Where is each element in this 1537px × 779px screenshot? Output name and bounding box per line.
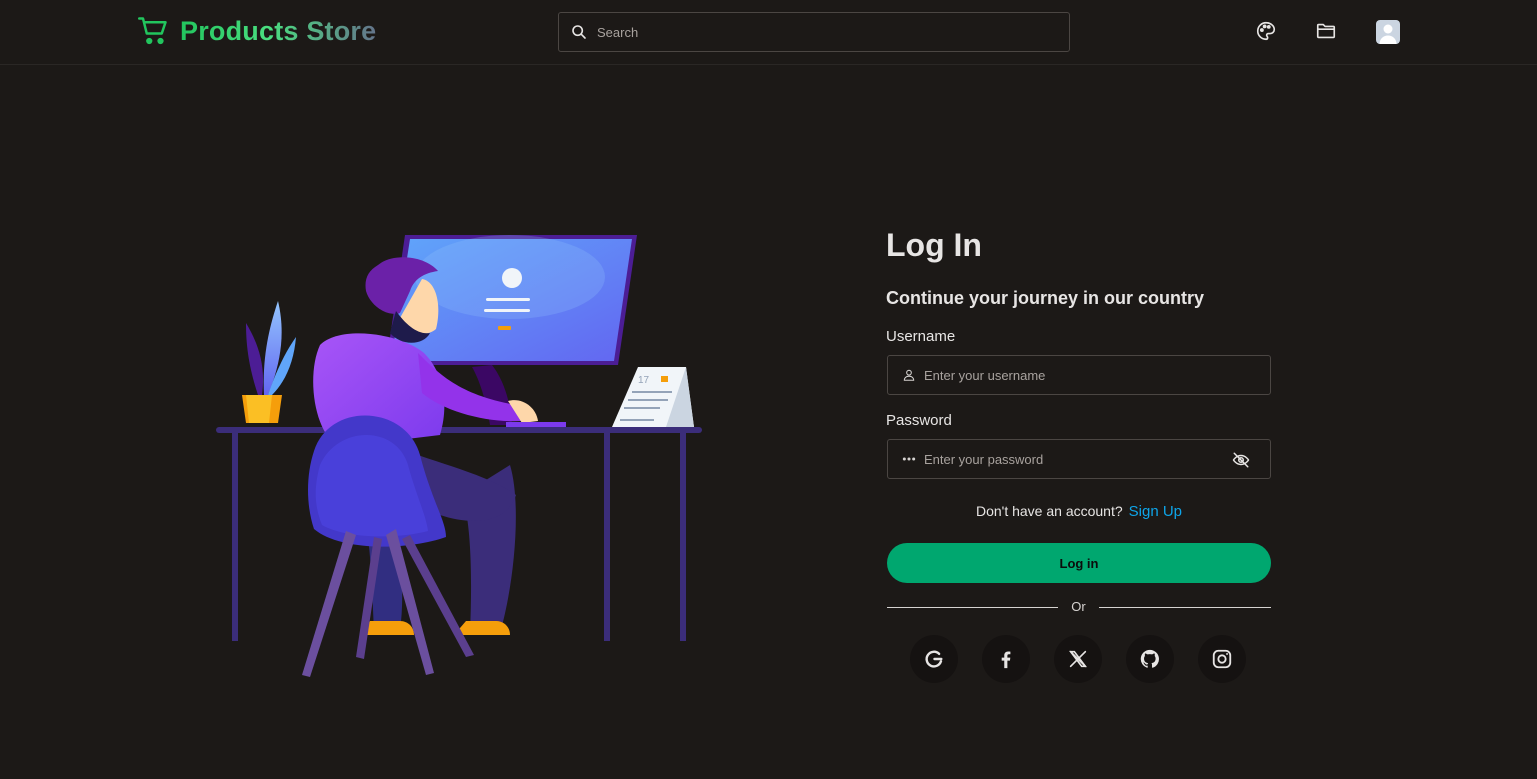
navbar: Products Store bbox=[0, 0, 1537, 65]
login-title: Log In bbox=[886, 227, 982, 263]
signup-link[interactable]: Sign Up bbox=[1129, 503, 1182, 520]
desk bbox=[216, 427, 702, 641]
plant bbox=[242, 301, 296, 423]
username-input[interactable] bbox=[924, 367, 1224, 383]
calendar-day: 17 bbox=[638, 375, 650, 386]
search-bar[interactable] bbox=[558, 12, 1070, 52]
divider-line-left bbox=[887, 607, 1058, 608]
facebook-icon bbox=[1001, 651, 1011, 669]
login-subtitle: Continue your journey in our country bbox=[886, 288, 1205, 308]
user-icon bbox=[903, 369, 915, 381]
x-icon bbox=[1069, 650, 1087, 668]
search-icon bbox=[572, 25, 586, 39]
password-label: Password bbox=[886, 412, 952, 429]
instagram-icon bbox=[1212, 649, 1232, 669]
brand-name: Products Store bbox=[180, 15, 377, 46]
username-label: Username bbox=[886, 328, 956, 345]
login-panel: Log In Continue your journey in our coun… bbox=[886, 225, 1272, 683]
folder-icon[interactable] bbox=[1315, 20, 1337, 42]
divider-line-right bbox=[1099, 607, 1271, 608]
password-input[interactable] bbox=[924, 451, 1224, 467]
cart-icon bbox=[138, 17, 167, 45]
github-icon bbox=[1140, 649, 1159, 668]
facebook-login-button[interactable] bbox=[982, 635, 1030, 683]
password-field[interactable] bbox=[887, 439, 1271, 479]
or-divider: Or bbox=[887, 599, 1271, 615]
social-login-buttons bbox=[910, 635, 1246, 683]
chair bbox=[302, 415, 474, 677]
user-avatar-icon bbox=[1379, 24, 1397, 44]
google-icon bbox=[925, 650, 943, 668]
google-login-button[interactable] bbox=[910, 635, 958, 683]
username-field[interactable] bbox=[887, 355, 1271, 395]
calendar: 17 bbox=[612, 367, 694, 427]
or-text: Or bbox=[1071, 599, 1086, 614]
login-button[interactable]: Log in bbox=[887, 543, 1271, 583]
user-avatar[interactable] bbox=[1376, 20, 1400, 44]
brand-logo[interactable]: Products Store bbox=[138, 14, 376, 48]
eye-off-icon[interactable] bbox=[1232, 451, 1250, 469]
instagram-login-button[interactable] bbox=[1198, 635, 1246, 683]
no-account-text: Don't have an account? bbox=[975, 503, 1123, 519]
github-login-button[interactable] bbox=[1126, 635, 1174, 683]
palette-icon[interactable] bbox=[1255, 20, 1277, 42]
desk-illustration: 17 bbox=[216, 235, 702, 677]
x-login-button[interactable] bbox=[1054, 635, 1102, 683]
password-dots-icon bbox=[902, 457, 916, 461]
signup-prompt: Don't have an account? Sign Up bbox=[886, 503, 1272, 520]
search-input[interactable] bbox=[597, 24, 1037, 40]
